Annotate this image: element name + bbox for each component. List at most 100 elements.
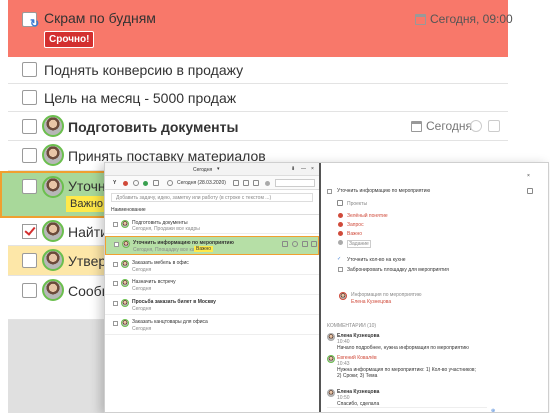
tag-icon [338,213,343,218]
more-icon[interactable] [311,241,317,247]
task-title: Заказать канцтовары для офиса [132,319,208,325]
task-row[interactable]: ↻ Скрам по будням Срочно! Сегодня, 09:00 [8,0,513,57]
folder-icon[interactable] [153,180,159,186]
chevron-down-icon[interactable]: ▾ [217,166,220,172]
task-title: Скрам по будням [44,10,156,26]
task-checkbox[interactable] [113,222,118,227]
checklist-item[interactable]: Забронировать площадку для мероприятия [347,267,449,273]
task-subtitle: Сегодня, Продажи все кадры [132,226,200,232]
task-checkbox[interactable] [22,283,37,298]
task-title: Утвер [68,253,107,269]
detail-field[interactable]: Запрос [347,222,364,228]
task-row[interactable]: Заказать мебель в офис Сегодня [105,256,319,275]
detail-title[interactable]: Уточнить информацию по мероприятию [337,188,430,194]
task-checkbox[interactable] [22,62,37,77]
task-title: Назначить встречу [132,279,176,285]
assignee-avatar [121,319,129,327]
assignee-avatar [121,299,129,307]
sort-icon[interactable] [253,180,259,186]
checklist-check-icon: ✓ [337,256,342,262]
view-title[interactable]: Сегодня [193,167,212,173]
important-badge: Важно [194,246,214,252]
more-icon[interactable] [527,188,533,194]
task-row[interactable]: Подготовить документы Сегодня [8,112,508,141]
detail-field[interactable]: Задание [347,240,371,248]
info-label: Информация по мероприятию [351,292,422,298]
clock-icon[interactable] [167,180,173,186]
completed-checkbox[interactable] [22,224,37,239]
task-checkbox[interactable] [113,321,118,326]
list-header: Наименование [105,205,319,215]
task-checkbox[interactable] [22,179,37,194]
assignee-avatar [42,115,64,137]
task-title: Найти [68,224,108,240]
task-row[interactable]: Цель на месяц - 5000 продаж [8,84,508,112]
person-icon[interactable] [123,181,128,186]
pin-icon[interactable]: ⬇ [291,166,295,172]
assignee-avatar [121,260,129,268]
checklist-item[interactable]: Уточнить кол-во на кухне [347,257,406,263]
task-row[interactable]: Заказать канцтовары для офиса Сегодня [105,315,319,335]
task-title: Цель на месяц - 5000 продаж [44,90,237,106]
task-row-selected[interactable]: Уточнить Важно [0,171,127,218]
home-icon[interactable] [133,180,139,186]
assignee-avatar [42,249,64,271]
detail-parent[interactable]: Проекты [347,201,367,207]
task-subtitle: Сегодня [132,286,152,292]
task-row[interactable]: Поднять конверсию в продажу [8,57,508,84]
comment-input[interactable] [327,407,487,412]
task-title: Просьба заказать билет в Москву [132,299,216,305]
search-field[interactable] [275,179,315,187]
task-complete-checkbox[interactable] [327,189,332,194]
toolbar: Y Сегодня (28.03.2020) [105,176,319,190]
task-date: Сегодня, 09:00 [430,12,513,26]
task-checkbox[interactable] [22,253,37,268]
task-row-selected[interactable]: Уточнить информацию по мероприятию Сегод… [105,236,319,255]
task-checkbox[interactable] [22,119,37,134]
tag-icon[interactable] [143,181,148,186]
task-checkbox[interactable] [22,148,37,163]
tag-icon [338,231,343,236]
task-checkbox[interactable] [22,90,37,105]
settings-icon[interactable] [233,180,239,186]
attach-link[interactable]: ⊕ [491,408,495,412]
commenter-avatar [327,355,335,363]
calendar-icon [411,121,422,132]
task-subtitle: Сегодня [132,306,152,312]
task-title: Уточнить информацию по мероприятию [133,240,234,246]
task-checkbox[interactable] [114,242,119,247]
task-subtitle: Сегодня [132,267,152,273]
search-icon[interactable] [265,181,270,186]
task-list-pane: Сегодня ▾ ⬇ — × Y Сегодня (28.03.2020) Д… [105,163,319,412]
assignee-name[interactable]: Елена Кузнецова [351,299,391,305]
task-row[interactable]: Подготовить документы Сегодня, Продажи в… [105,217,319,234]
close-icon[interactable]: × [311,166,314,172]
calendar-icon[interactable] [243,180,249,186]
quick-add-input[interactable]: Добавить задачу, идею, заметку или работ… [111,193,313,202]
task-title: Подготовить документы [68,119,239,135]
comments-header: КОММЕНТАРИИ (10) [327,323,377,329]
filter-icon[interactable]: Y [113,180,116,186]
minimize-icon[interactable]: — [301,166,306,172]
column-name-header[interactable]: Наименование [111,207,146,213]
task-row[interactable]: Назначить встречу Сегодня [105,275,319,295]
task-checkbox[interactable] [113,262,118,267]
comment-text: Нужна информация по мероприятию: 1) Кол-… [337,367,476,379]
task-date: Сегодня [426,119,472,133]
detail-field[interactable]: Зелёный понятие [347,213,388,219]
task-checkbox[interactable] [113,281,118,286]
assignee-avatar [121,279,129,287]
close-icon[interactable]: × [527,173,530,179]
checklist-checkbox[interactable] [338,267,343,272]
assignee-avatar [42,220,64,242]
comment-icon [302,241,308,247]
task-detail-pane: Уточнить информацию по мероприятию × Про… [319,163,548,412]
detail-field[interactable]: Важно [347,231,362,237]
date-filter[interactable]: Сегодня (28.03.2020) [177,180,226,186]
assignee-avatar [42,279,64,301]
tag-icon [338,222,343,227]
assignee-avatar [42,176,64,198]
task-checkbox[interactable] [113,301,118,306]
attachment-icon [470,120,482,132]
task-row[interactable]: Просьба заказать билет в Москву Сегодня [105,295,319,315]
